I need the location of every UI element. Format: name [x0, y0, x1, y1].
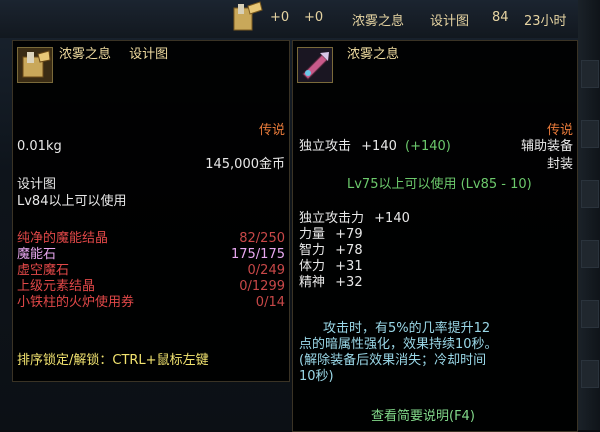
sort-lock-hint: 排序锁定/解锁：CTRL+鼠标左键 [17, 353, 209, 368]
attack-label: 独立攻击 [299, 139, 352, 154]
blueprint-icon [17, 47, 53, 83]
rarity-label: 传说 [546, 123, 573, 138]
stat-name: 力量 [299, 227, 326, 242]
item-name: 浓雾之息 [352, 14, 405, 29]
effect-text-line: 攻击时，有5%的几率提升12 [323, 321, 491, 336]
stat-value-1: +0 [270, 10, 290, 25]
inventory-slot[interactable] [581, 360, 599, 388]
attack-bonus: (+140) [405, 139, 451, 154]
item-info-bar: +0 +0 浓雾之息 设计图 84 23小时 [270, 0, 600, 36]
price-value: 145,000金币 [205, 157, 285, 172]
view-summary-link[interactable]: 查看简要说明(F4) [371, 409, 475, 425]
time-remaining: 23小时 [524, 14, 567, 29]
stat-row: 体力 +31 [299, 259, 363, 275]
stat-value: +140 [374, 211, 410, 226]
effect-text-line: 点的暗属性强化，效果持续10秒。 [299, 337, 498, 352]
support-equipment-icon [297, 47, 333, 83]
stat-name: 独立攻击力 [299, 211, 365, 226]
stat-value: +78 [335, 243, 363, 258]
rarity-label: 传说 [258, 123, 285, 138]
material-count: 0/14 [255, 295, 285, 310]
material-count: 0/1299 [239, 279, 285, 294]
stat-name: 智力 [299, 243, 326, 258]
inventory-slot[interactable] [581, 120, 599, 148]
stat-row: 独立攻击力 +140 [299, 211, 410, 227]
inventory-side-rail [578, 0, 600, 430]
attack-value: +140 [361, 139, 397, 154]
tooltip-item-type: 设计图 [129, 47, 169, 62]
equipment-tooltip: 浓雾之息 传说 独立攻击 +140 (+140) 辅助装备 封装 Lv75以上可… [292, 40, 578, 432]
material-count: 175/175 [230, 247, 285, 262]
inventory-slot[interactable] [581, 60, 599, 88]
material-count: 82/250 [239, 231, 285, 246]
stat-value: +31 [335, 259, 363, 274]
tooltip-title: 浓雾之息 设计图 [59, 47, 168, 63]
stat-value: +32 [335, 275, 363, 290]
stat-row: 力量 +79 [299, 227, 363, 243]
stat-row: 智力 +78 [299, 243, 363, 259]
inventory-slot[interactable] [581, 240, 599, 268]
requirement-text: Lv84以上可以使用 [17, 194, 127, 209]
item-level: 84 [492, 10, 509, 25]
effect-text-line: (解除装备后效果消失；冷却时间 [299, 353, 487, 368]
stat-name: 体力 [299, 259, 326, 274]
category-label: 设计图 [17, 177, 57, 192]
requirement-text: Lv75以上可以使用 (Lv85 - 10) [347, 177, 532, 192]
material-name: 上级元素结晶 [17, 279, 96, 294]
stat-value-2: +0 [304, 10, 324, 25]
sealed-label: 封装 [546, 157, 573, 172]
inventory-slot[interactable] [581, 180, 599, 208]
material-name: 纯净的魔能结晶 [17, 231, 109, 246]
blueprint-item-icon[interactable] [230, 0, 264, 34]
stat-row: 精神 +32 [299, 275, 363, 291]
material-name: 虚空魔石 [17, 263, 70, 278]
stat-name: 精神 [299, 275, 326, 290]
effect-text-line: 10秒) [299, 369, 334, 384]
stat-value: +79 [335, 227, 363, 242]
inventory-slot[interactable] [581, 300, 599, 328]
blueprint-tooltip: 浓雾之息 设计图 传说 0.01kg 145,000金币 设计图 Lv84以上可… [12, 40, 290, 382]
tooltip-item-name: 浓雾之息 [59, 47, 112, 62]
material-name: 小铁柱的火炉使用券 [17, 295, 135, 310]
tooltip-item-name: 浓雾之息 [347, 47, 400, 62]
item-type: 设计图 [430, 14, 470, 29]
equip-type: 辅助装备 [520, 139, 573, 154]
attack-line: 独立攻击 +140 (+140) [299, 139, 451, 155]
weight-value: 0.01kg [17, 139, 62, 154]
material-count: 0/249 [247, 263, 285, 278]
material-name: 魔能石 [17, 247, 57, 262]
